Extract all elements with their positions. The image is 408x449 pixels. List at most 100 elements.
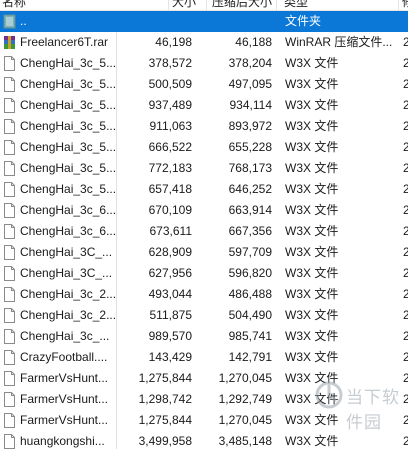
file-name: ChengHai_3c_2... [20,308,116,322]
file-icon [3,203,16,218]
file-row[interactable]: ChengHai_3C_... 628,909 597,709 W3X 文件 2 [0,242,408,263]
file-name: ChengHai_3c_5... [20,77,116,91]
file-packed-size: 667,356 [228,224,272,238]
column-divider[interactable] [398,0,399,11]
file-icon [3,329,16,344]
file-rows: .. 文件夹 Freelancer6T.rar 46,198 46,188 Wi… [0,11,408,449]
file-packed-size: 596,820 [228,266,272,280]
file-size: 989,570 [148,329,192,343]
file-name: FarmerVsHunt... [20,392,109,406]
column-divider[interactable] [206,0,207,11]
file-type: W3X 文件 [285,350,339,364]
file-modified: 2 [403,266,408,280]
file-modified: 2 [403,119,408,133]
file-row[interactable]: ChengHai_3c_5... 911,063 893,972 W3X 文件 … [0,116,408,137]
file-row[interactable]: ChengHai_3c_6... 673,611 667,356 W3X 文件 … [0,221,408,242]
file-icon [3,182,16,197]
file-modified: 2 [403,434,408,448]
file-packed-size: 504,490 [228,308,272,322]
file-packed-size: 3,485,148 [218,434,272,448]
file-type: W3X 文件 [285,392,339,406]
file-packed-size: 1,292,749 [218,392,272,406]
file-icon [3,350,16,365]
file-type: W3X 文件 [285,98,339,112]
file-name: ChengHai_3c_5... [20,119,116,133]
file-size: 1,275,844 [138,413,192,427]
file-modified [403,11,408,32]
file-size: 143,429 [148,350,192,364]
file-row[interactable]: FarmerVsHunt... 1,275,844 1,270,045 W3X … [0,410,408,431]
file-row[interactable]: Freelancer6T.rar 46,198 46,188 WinRAR 压缩… [0,32,408,53]
column-header-packed[interactable]: 压缩后大小 [212,0,272,11]
file-packed-size: 46,188 [235,35,272,49]
file-modified: 2 [403,308,408,322]
file-row[interactable]: ChengHai_3c_2... 493,044 486,488 W3X 文件 … [0,284,408,305]
file-row[interactable]: ChengHai_3c_5... 657,418 646,252 W3X 文件 … [0,179,408,200]
file-row[interactable]: huangkongshi... 3,499,958 3,485,148 W3X … [0,431,408,449]
file-modified: 2 [403,287,408,301]
file-icon [3,140,16,155]
file-icon [3,434,16,449]
file-packed-size: 893,972 [228,119,272,133]
column-header-modified[interactable]: 修 [402,0,408,11]
file-row[interactable]: ChengHai_3c_5... 772,183 768,173 W3X 文件 … [0,158,408,179]
file-modified: 2 [403,371,408,385]
file-size: 772,183 [148,161,192,175]
file-type: W3X 文件 [285,329,339,343]
file-icon [3,119,16,134]
file-packed-size: 1,270,045 [218,413,272,427]
file-packed-size: 663,914 [228,203,272,217]
file-type: W3X 文件 [285,434,339,448]
file-type: W3X 文件 [285,161,339,175]
file-size: 670,109 [148,203,192,217]
file-row[interactable]: .. 文件夹 [0,11,408,32]
file-modified: 2 [403,245,408,259]
file-name: .. [20,14,27,28]
file-row[interactable]: ChengHai_3c_2... 511,875 504,490 W3X 文件 … [0,305,408,326]
file-row[interactable]: ChengHai_3C_... 627,956 596,820 W3X 文件 2 [0,263,408,284]
file-icon [3,287,16,302]
file-size: 493,044 [148,287,192,301]
file-icon [3,266,16,281]
file-name: ChengHai_3c_5... [20,98,116,112]
file-row[interactable]: CrazyFootball.... 143,429 142,791 W3X 文件… [0,347,408,368]
column-header-type[interactable]: 类型 [284,0,308,11]
file-row[interactable]: ChengHai_3c_5... 937,489 934,114 W3X 文件 … [0,95,408,116]
column-header-size[interactable]: 大小 [172,0,196,11]
file-name: ChengHai_3C_... [20,245,113,259]
column-divider[interactable] [168,0,169,11]
file-modified: 2 [403,98,408,112]
file-row[interactable]: ChengHai_3c_6... 670,109 663,914 W3X 文件 … [0,200,408,221]
file-size: 378,572 [148,56,192,70]
file-name: FarmerVsHunt... [20,413,109,427]
file-icon [3,245,16,260]
file-modified: 2 [403,35,408,49]
file-packed-size: 768,173 [228,161,272,175]
file-row[interactable]: FarmerVsHunt... 1,298,742 1,292,749 W3X … [0,389,408,410]
file-packed-size: 1,270,045 [218,371,272,385]
file-name: ChengHai_3c_5... [20,140,116,154]
file-packed-size: 497,095 [228,77,272,91]
file-row[interactable]: ChengHai_3c_5... 378,572 378,204 W3X 文件 … [0,53,408,74]
file-modified: 2 [403,56,408,70]
file-size: 511,875 [149,308,193,322]
file-name: ChengHai_3c_6... [20,203,116,217]
file-modified: 2 [403,77,408,91]
file-packed-size: 142,791 [228,350,272,364]
file-packed-size: 646,252 [228,182,272,196]
file-type: W3X 文件 [285,119,339,133]
file-modified: 2 [403,224,408,238]
file-row[interactable]: ChengHai_3c_... 989,570 985,741 W3X 文件 2 [0,326,408,347]
file-row[interactable]: ChengHai_3c_5... 500,509 497,095 W3X 文件 … [0,74,408,95]
file-size: 500,509 [148,77,192,91]
column-header-name[interactable]: 名称 [2,0,26,11]
file-name: ChengHai_3c_... [20,329,110,343]
column-divider[interactable] [276,0,277,11]
file-modified: 2 [403,140,408,154]
file-row[interactable]: ChengHai_3c_5... 666,522 655,228 W3X 文件 … [0,137,408,158]
file-row[interactable]: FarmerVsHunt... 1,275,844 1,270,045 W3X … [0,368,408,389]
file-type: W3X 文件 [285,245,339,259]
file-name: Freelancer6T.rar [20,35,109,49]
file-icon [3,224,16,239]
file-icon [3,56,16,71]
